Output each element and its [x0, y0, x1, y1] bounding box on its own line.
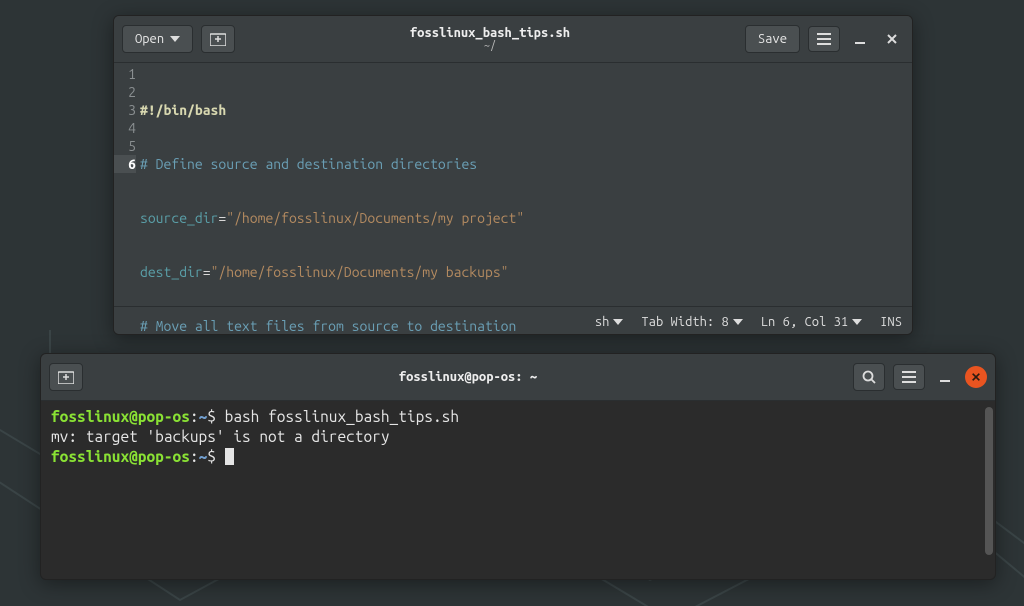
close-button[interactable]	[965, 366, 987, 388]
cursor-position-selector[interactable]: Ln 6, Col 31	[761, 315, 862, 329]
minimize-button[interactable]	[933, 365, 957, 389]
line-number-gutter: 1 2 3 4 5 6	[114, 63, 140, 306]
file-title: fosslinux_bash_tips.sh	[243, 26, 737, 40]
line-number: 5	[114, 137, 136, 155]
line-number: 6	[114, 155, 136, 173]
terminal-titlebar: fosslinux@pop-os: ~	[41, 354, 995, 401]
terminal-body[interactable]: fosslinux@pop-os:~$ bash fosslinux_bash_…	[41, 401, 995, 579]
chevron-down-icon	[852, 319, 862, 325]
code-line[interactable]: #!/bin/bash	[140, 101, 912, 119]
terminal-scrollbar[interactable]	[985, 407, 993, 555]
close-icon	[886, 33, 898, 45]
line-number: 4	[114, 119, 136, 137]
file-path: ~/	[243, 40, 737, 52]
editor-titlebar: Open fosslinux_bash_tips.sh ~/ Save	[114, 16, 912, 63]
tab-width-selector[interactable]: Tab Width: 8	[641, 315, 742, 329]
search-icon	[862, 370, 876, 384]
new-tab-icon	[210, 32, 226, 46]
insert-mode-indicator[interactable]: INS	[880, 315, 902, 329]
open-button[interactable]: Open	[122, 25, 193, 53]
line-number: 3	[114, 101, 136, 119]
code-line[interactable]: dest_dir="/home/fosslinux/Documents/my b…	[140, 263, 912, 281]
terminal-window: fosslinux@pop-os: ~ fosslinux@p	[40, 353, 996, 580]
minimize-icon	[854, 33, 866, 45]
chevron-down-icon	[733, 319, 743, 325]
terminal-line: fosslinux@pop-os:~$ bash fosslinux_bash_…	[51, 407, 985, 427]
terminal-cursor	[225, 448, 234, 465]
save-button[interactable]: Save	[745, 25, 800, 53]
hamburger-menu-button[interactable]	[893, 364, 925, 390]
close-icon	[971, 372, 981, 382]
terminal-line: mv: target 'backups' is not a directory	[51, 427, 985, 447]
code-line[interactable]: source_dir="/home/fosslinux/Documents/my…	[140, 209, 912, 227]
hamburger-menu-button[interactable]	[808, 26, 840, 52]
title-area: fosslinux_bash_tips.sh ~/	[243, 26, 737, 52]
open-label: Open	[135, 32, 164, 46]
search-button[interactable]	[853, 363, 885, 391]
line-number: 1	[114, 65, 136, 83]
new-tab-button[interactable]	[201, 25, 235, 53]
text-editor-window: Open fosslinux_bash_tips.sh ~/ Save	[113, 15, 913, 335]
chevron-down-icon	[170, 36, 180, 42]
code-area[interactable]: #!/bin/bash # Define source and destinat…	[140, 63, 912, 306]
new-tab-button[interactable]	[49, 363, 83, 391]
minimize-icon	[939, 371, 951, 383]
hamburger-icon	[902, 371, 916, 383]
title-area: fosslinux@pop-os: ~	[91, 370, 845, 384]
terminal-line: fosslinux@pop-os:~$	[51, 447, 985, 467]
line-number: 2	[114, 83, 136, 101]
hamburger-icon	[817, 33, 831, 45]
terminal-title: fosslinux@pop-os: ~	[91, 370, 845, 384]
minimize-button[interactable]	[848, 27, 872, 51]
editor-body[interactable]: 1 2 3 4 5 6 #!/bin/bash # Define source …	[114, 63, 912, 306]
code-line[interactable]: # Define source and destination director…	[140, 155, 912, 173]
close-button[interactable]	[880, 27, 904, 51]
new-tab-icon	[58, 370, 74, 384]
chevron-down-icon	[613, 319, 623, 325]
language-selector[interactable]: sh	[595, 315, 624, 329]
